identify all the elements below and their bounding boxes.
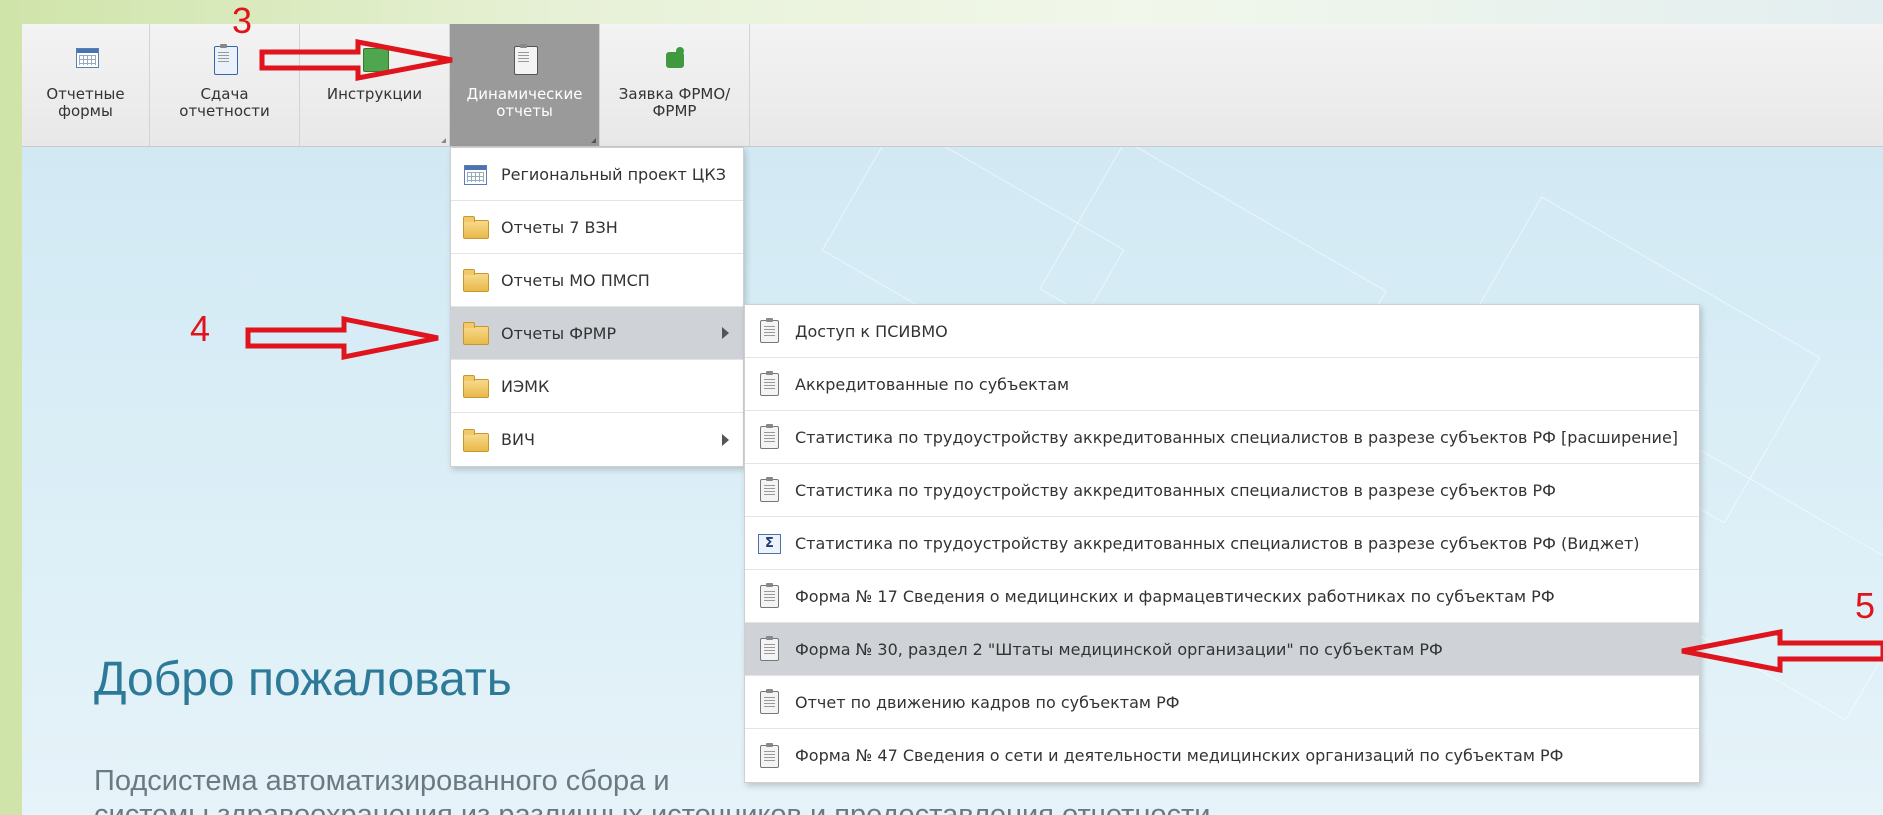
sigma-icon: Σ bbox=[757, 532, 781, 554]
menu-item-employment-stats-extended[interactable]: Статистика по трудоустройству аккредитов… bbox=[745, 411, 1699, 464]
annotation-step-5: 5 bbox=[1855, 585, 1876, 626]
menu-item-label: Форма № 47 Сведения о сети и деятельност… bbox=[795, 746, 1564, 765]
page-title: Добро пожаловать bbox=[94, 653, 512, 706]
annotation-step-4: 4 bbox=[190, 308, 211, 349]
menu-item-label: Отчет по движению кадров по субъектам РФ bbox=[795, 692, 1180, 712]
menu-item-psivmo-access[interactable]: Доступ к ПСИВМО bbox=[745, 305, 1699, 358]
clipboard-icon bbox=[757, 636, 781, 661]
table-icon bbox=[463, 163, 487, 185]
menu-item-label: Отчеты 7 ВЗН bbox=[501, 217, 618, 237]
menu-item-reports-7vzn[interactable]: Отчеты 7 ВЗН bbox=[451, 201, 743, 254]
toolbar-button-label: Сдача отчетности bbox=[179, 85, 270, 120]
menu-item-staff-movement-report[interactable]: Отчет по движению кадров по субъектам РФ bbox=[745, 676, 1699, 729]
folder-icon bbox=[463, 375, 489, 398]
clipboard-icon bbox=[757, 318, 781, 343]
clipboard-icon bbox=[757, 371, 781, 396]
menu-item-label: Статистика по трудоустройству аккредитов… bbox=[795, 533, 1640, 553]
menu-item-hiv[interactable]: ВИЧ bbox=[451, 413, 743, 466]
toolbar-button-report-forms[interactable]: Отчетные формы bbox=[22, 24, 150, 146]
menu-item-employment-stats-widget[interactable]: Σ Статистика по трудоустройству аккредит… bbox=[745, 517, 1699, 570]
folder-icon bbox=[463, 269, 489, 292]
menu-item-label: ИЭМК bbox=[501, 376, 550, 396]
folder-icon bbox=[463, 216, 489, 239]
menu-item-form-47[interactable]: Форма № 47 Сведения о сети и деятельност… bbox=[745, 729, 1699, 782]
menu-item-accredited-by-subjects[interactable]: Аккредитованные по субъектам bbox=[745, 358, 1699, 411]
menu-item-label: Отчеты ФРМР bbox=[501, 323, 617, 343]
menu-item-label: Форма № 30, раздел 2 "Штаты медицинской … bbox=[795, 639, 1443, 659]
menu-item-label: ВИЧ bbox=[501, 430, 535, 449]
menu-item-label: Статистика по трудоустройству аккредитов… bbox=[795, 427, 1679, 447]
toolbar-button-label: Заявка ФРМО/ ФРМР bbox=[618, 85, 731, 120]
clipboard-icon bbox=[757, 689, 781, 714]
folder-icon bbox=[463, 322, 489, 345]
menu-item-label: Форма № 17 Сведения о медицинских и фарм… bbox=[795, 586, 1555, 606]
toolbar-button-dynamic-reports[interactable]: Динамические отчеты bbox=[450, 24, 600, 146]
menu-item-employment-stats[interactable]: Статистика по трудоустройству аккредитов… bbox=[745, 464, 1699, 517]
toolbar-button-frmo-request[interactable]: Заявка ФРМО/ ФРМР bbox=[600, 24, 750, 146]
submenu-arrow-icon bbox=[722, 433, 729, 446]
menu-item-form-17[interactable]: Форма № 17 Сведения о медицинских и фарм… bbox=[745, 570, 1699, 623]
menu-item-form-30-section-2[interactable]: Форма № 30, раздел 2 "Штаты медицинской … bbox=[745, 623, 1699, 676]
toolbar-button-label: Инструкции bbox=[326, 85, 423, 103]
dropdown-corner-icon bbox=[591, 138, 596, 143]
puzzle-icon bbox=[661, 42, 689, 72]
clipboard-icon bbox=[211, 42, 239, 75]
toolbar-button-label: Динамические отчеты bbox=[466, 85, 583, 120]
menu-item-label: Доступ к ПСИВМО bbox=[795, 321, 948, 341]
dynamic-reports-menu: Региональный проект ЦКЗ Отчеты 7 ВЗН Отч… bbox=[450, 147, 744, 467]
annotation-arrow-right-icon bbox=[259, 38, 453, 82]
annotation-arrow-right-icon bbox=[245, 315, 439, 361]
clipboard-icon bbox=[757, 742, 781, 768]
frmr-reports-submenu: Доступ к ПСИВМО Аккредитованные по субъе… bbox=[744, 304, 1700, 783]
folder-icon bbox=[463, 428, 489, 452]
menu-item-label: Отчеты МО ПМСП bbox=[501, 270, 650, 290]
dropdown-corner-icon bbox=[441, 138, 446, 143]
subtitle-line: системы здравоохранения из различных ист… bbox=[94, 799, 1211, 815]
clipboard-icon bbox=[511, 42, 539, 75]
menu-item-label: Региональный проект ЦКЗ bbox=[501, 164, 726, 184]
menu-item-label: Аккредитованные по субъектам bbox=[795, 374, 1070, 394]
menu-item-reports-frmr[interactable]: Отчеты ФРМР bbox=[451, 307, 743, 360]
report-forms-icon bbox=[72, 42, 100, 72]
clipboard-icon bbox=[757, 583, 781, 608]
menu-item-reports-mo-pmsp[interactable]: Отчеты МО ПМСП bbox=[451, 254, 743, 307]
annotation-arrow-left-icon bbox=[1681, 628, 1883, 674]
menu-item-label: Статистика по трудоустройству аккредитов… bbox=[795, 480, 1556, 500]
submenu-arrow-icon bbox=[722, 327, 729, 339]
annotation-step-3: 3 bbox=[232, 0, 253, 41]
toolbar-button-label: Отчетные формы bbox=[46, 85, 125, 120]
clipboard-icon bbox=[757, 477, 781, 502]
clipboard-icon bbox=[757, 424, 781, 449]
app-window: Отчетные формы Сдача отчетности Инструкц… bbox=[22, 24, 1883, 815]
menu-item-regional-project[interactable]: Региональный проект ЦКЗ bbox=[451, 148, 743, 201]
menu-item-iemk[interactable]: ИЭМК bbox=[451, 360, 743, 413]
